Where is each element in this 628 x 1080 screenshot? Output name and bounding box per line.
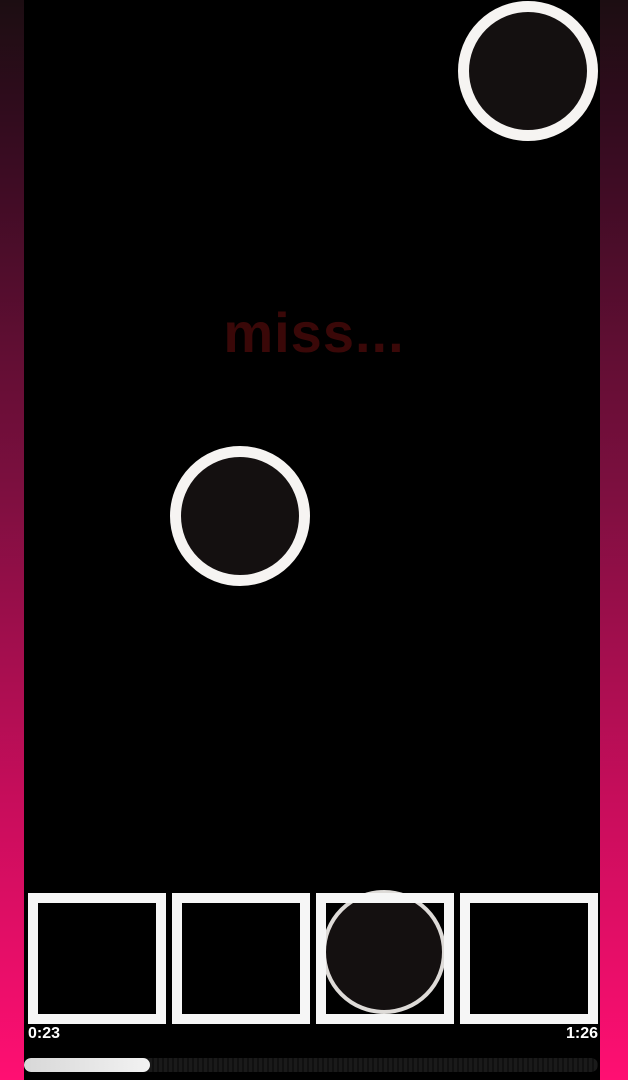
total-time: 1:26 xyxy=(565,1025,598,1042)
game-screen: miss... 0:23 1:26 xyxy=(0,0,628,1080)
left-gradient-border xyxy=(0,0,24,1080)
song-progress-fill xyxy=(24,1058,151,1072)
lane-target-1[interactable] xyxy=(28,893,166,1024)
hit-status-text: miss... xyxy=(223,301,405,364)
falling-note[interactable] xyxy=(170,446,310,586)
lane-target-3[interactable] xyxy=(316,893,454,1024)
falling-note[interactable] xyxy=(458,1,598,141)
lane-target-2[interactable] xyxy=(172,893,310,1024)
right-gradient-border xyxy=(600,0,628,1080)
song-progress-bar xyxy=(24,1058,598,1072)
lane-target-4[interactable] xyxy=(460,893,598,1024)
elapsed-time: 0:23 xyxy=(28,1025,61,1042)
